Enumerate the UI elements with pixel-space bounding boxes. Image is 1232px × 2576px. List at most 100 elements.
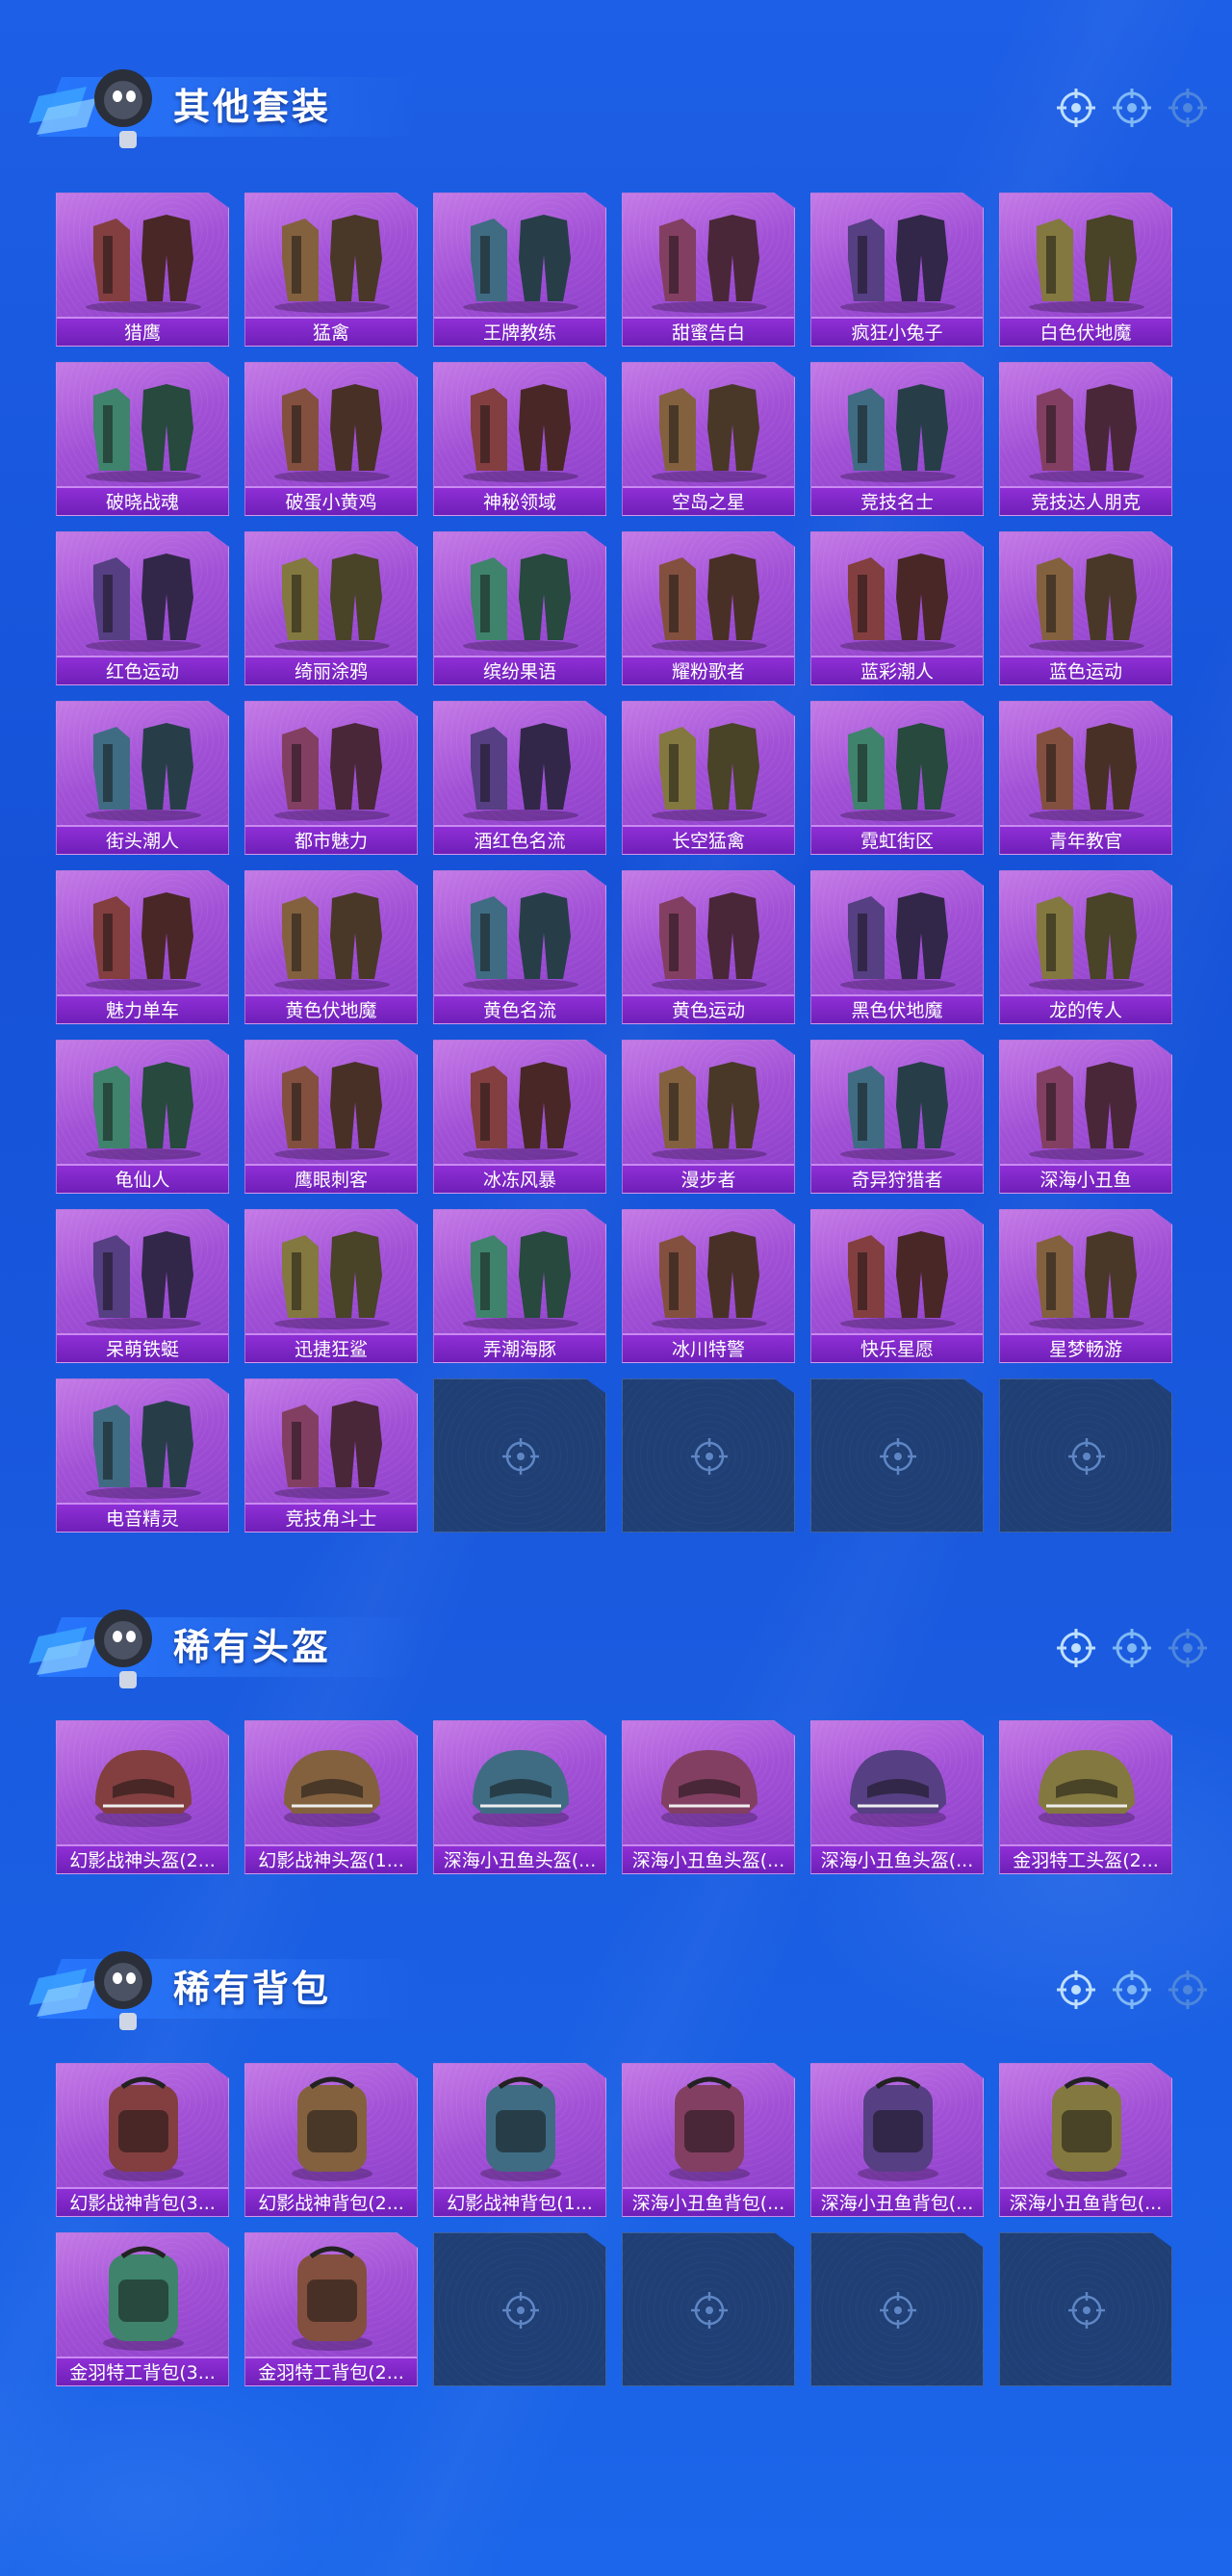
item-tile[interactable]: 金羽特工头盔(2... [999, 1720, 1172, 1874]
helmet-icon [284, 1750, 380, 1827]
item-tile[interactable]: 幻影战神头盔(2... [56, 1720, 229, 1874]
item-label: 黄色伏地魔 [245, 994, 417, 1023]
item-tile[interactable]: 竞技名士 [810, 362, 984, 516]
item-tile[interactable]: 破晓战魂 [56, 362, 229, 516]
item-tile[interactable]: 漫步者 [622, 1040, 795, 1194]
item-tile[interactable]: 竞技达人朋克 [999, 362, 1172, 516]
item-label: 竞技名士 [811, 486, 983, 515]
outfit-icon [463, 554, 578, 652]
outfit-icon [274, 723, 390, 821]
outfit-icon [463, 892, 578, 991]
item-tile[interactable]: 幻影战神头盔(1... [244, 1720, 418, 1874]
item-tile[interactable]: 快乐星愿 [810, 1209, 984, 1363]
outfit-icon [652, 723, 767, 821]
item-label: 深海小丑鱼头盔(... [811, 1844, 983, 1873]
helmet-icon [850, 1750, 946, 1827]
item-tile[interactable]: 都市魅力 [244, 701, 418, 855]
item-label: 龟仙人 [57, 1164, 228, 1193]
item-tile[interactable]: 蓝色运动 [999, 531, 1172, 685]
item-tile[interactable]: 星梦畅游 [999, 1209, 1172, 1363]
item-tile[interactable]: 深海小丑鱼背包(... [999, 2063, 1172, 2217]
backpack-icon [669, 2076, 750, 2181]
item-label: 蓝彩潮人 [811, 656, 983, 684]
outfit-icon [1029, 554, 1144, 652]
outfit-icon [86, 1401, 201, 1499]
item-tile[interactable]: 猎鹰 [56, 193, 229, 347]
item-tile[interactable]: 猛禽 [244, 193, 418, 347]
item-tile[interactable]: 蓝彩潮人 [810, 531, 984, 685]
item-tile[interactable]: 龙的传人 [999, 870, 1172, 1024]
item-label: 幻影战神头盔(2... [57, 1844, 228, 1873]
item-tile[interactable]: 空岛之星 [622, 362, 795, 516]
item-label: 白色伏地魔 [1000, 317, 1171, 346]
outfit-icon [1029, 215, 1144, 313]
backpack-icon [1046, 2076, 1127, 2181]
item-tile[interactable]: 酒红色名流 [433, 701, 606, 855]
item-tile[interactable]: 缤纷果语 [433, 531, 606, 685]
item-tile[interactable]: 鹰眼刺客 [244, 1040, 418, 1194]
outfit-icon [840, 554, 956, 652]
item-tile[interactable]: 黑色伏地魔 [810, 870, 984, 1024]
item-label: 深海小丑鱼 [1000, 1164, 1171, 1193]
item-tile[interactable]: 耀粉歌者 [622, 531, 795, 685]
item-tile[interactable]: 呆萌铁蜓 [56, 1209, 229, 1363]
item-label: 甜蜜告白 [623, 317, 794, 346]
empty-slot [810, 2232, 984, 2386]
crosshair-decoration [1055, 87, 1209, 129]
item-label: 黄色名流 [434, 994, 605, 1023]
crosshair-icon [502, 1438, 539, 1475]
item-tile[interactable]: 绮丽涂鸦 [244, 531, 418, 685]
outfit-icon [274, 384, 390, 482]
item-tile[interactable]: 破蛋小黄鸡 [244, 362, 418, 516]
item-tile[interactable]: 青年教官 [999, 701, 1172, 855]
item-tile[interactable]: 冰冻风暴 [433, 1040, 606, 1194]
item-tile[interactable]: 深海小丑鱼背包(... [622, 2063, 795, 2217]
item-tile[interactable]: 深海小丑鱼头盔(... [622, 1720, 795, 1874]
item-tile[interactable]: 电音精灵 [56, 1378, 229, 1533]
item-tile[interactable]: 迅捷狂鲨 [244, 1209, 418, 1363]
item-tile[interactable]: 黄色名流 [433, 870, 606, 1024]
crosshair-icon [1057, 1971, 1095, 2009]
item-tile[interactable]: 幻影战神背包(1... [433, 2063, 606, 2217]
item-label: 金羽特工背包(2... [245, 2357, 417, 2385]
item-tile[interactable]: 龟仙人 [56, 1040, 229, 1194]
item-tile[interactable]: 深海小丑鱼 [999, 1040, 1172, 1194]
item-tile[interactable]: 深海小丑鱼背包(... [810, 2063, 984, 2217]
mascot-icon [29, 69, 152, 148]
item-tile[interactable]: 金羽特工背包(2... [244, 2232, 418, 2386]
outfit-icon [652, 1231, 767, 1329]
item-label: 猛禽 [245, 317, 417, 346]
outfit-icon [1029, 1062, 1144, 1160]
item-tile[interactable]: 黄色伏地魔 [244, 870, 418, 1024]
item-label: 幻影战神背包(2... [245, 2187, 417, 2216]
section-title: 稀有背包 [173, 1968, 332, 2010]
item-tile[interactable]: 冰川特警 [622, 1209, 795, 1363]
item-tile[interactable]: 甜蜜告白 [622, 193, 795, 347]
item-tile[interactable]: 霓虹街区 [810, 701, 984, 855]
item-tile[interactable]: 深海小丑鱼头盔(... [810, 1720, 984, 1874]
item-tile[interactable]: 红色运动 [56, 531, 229, 685]
item-tile[interactable]: 弄潮海豚 [433, 1209, 606, 1363]
item-tile[interactable]: 奇异狩猎者 [810, 1040, 984, 1194]
item-tile[interactable]: 幻影战神背包(3... [56, 2063, 229, 2217]
item-tile[interactable]: 黄色运动 [622, 870, 795, 1024]
item-label: 弄潮海豚 [434, 1333, 605, 1362]
item-tile[interactable]: 白色伏地魔 [999, 193, 1172, 347]
item-tile[interactable]: 幻影战神背包(2... [244, 2063, 418, 2217]
item-tile[interactable]: 长空猛禽 [622, 701, 795, 855]
helmet-icon [95, 1750, 192, 1827]
item-tile[interactable]: 王牌教练 [433, 193, 606, 347]
item-tile[interactable]: 魅力单车 [56, 870, 229, 1024]
outfit-icon [463, 215, 578, 313]
item-label: 都市魅力 [245, 825, 417, 854]
item-tile[interactable]: 街头潮人 [56, 701, 229, 855]
item-tile[interactable]: 金羽特工背包(3... [56, 2232, 229, 2386]
item-tile[interactable]: 竞技角斗士 [244, 1378, 418, 1533]
item-label: 长空猛禽 [623, 825, 794, 854]
backpack-icon [858, 2076, 938, 2181]
item-tile[interactable]: 神秘领域 [433, 362, 606, 516]
item-tile[interactable]: 深海小丑鱼头盔(... [433, 1720, 606, 1874]
crosshair-icon [880, 2292, 916, 2329]
item-tile[interactable]: 疯狂小兔子 [810, 193, 984, 347]
outfit-icon [463, 723, 578, 821]
